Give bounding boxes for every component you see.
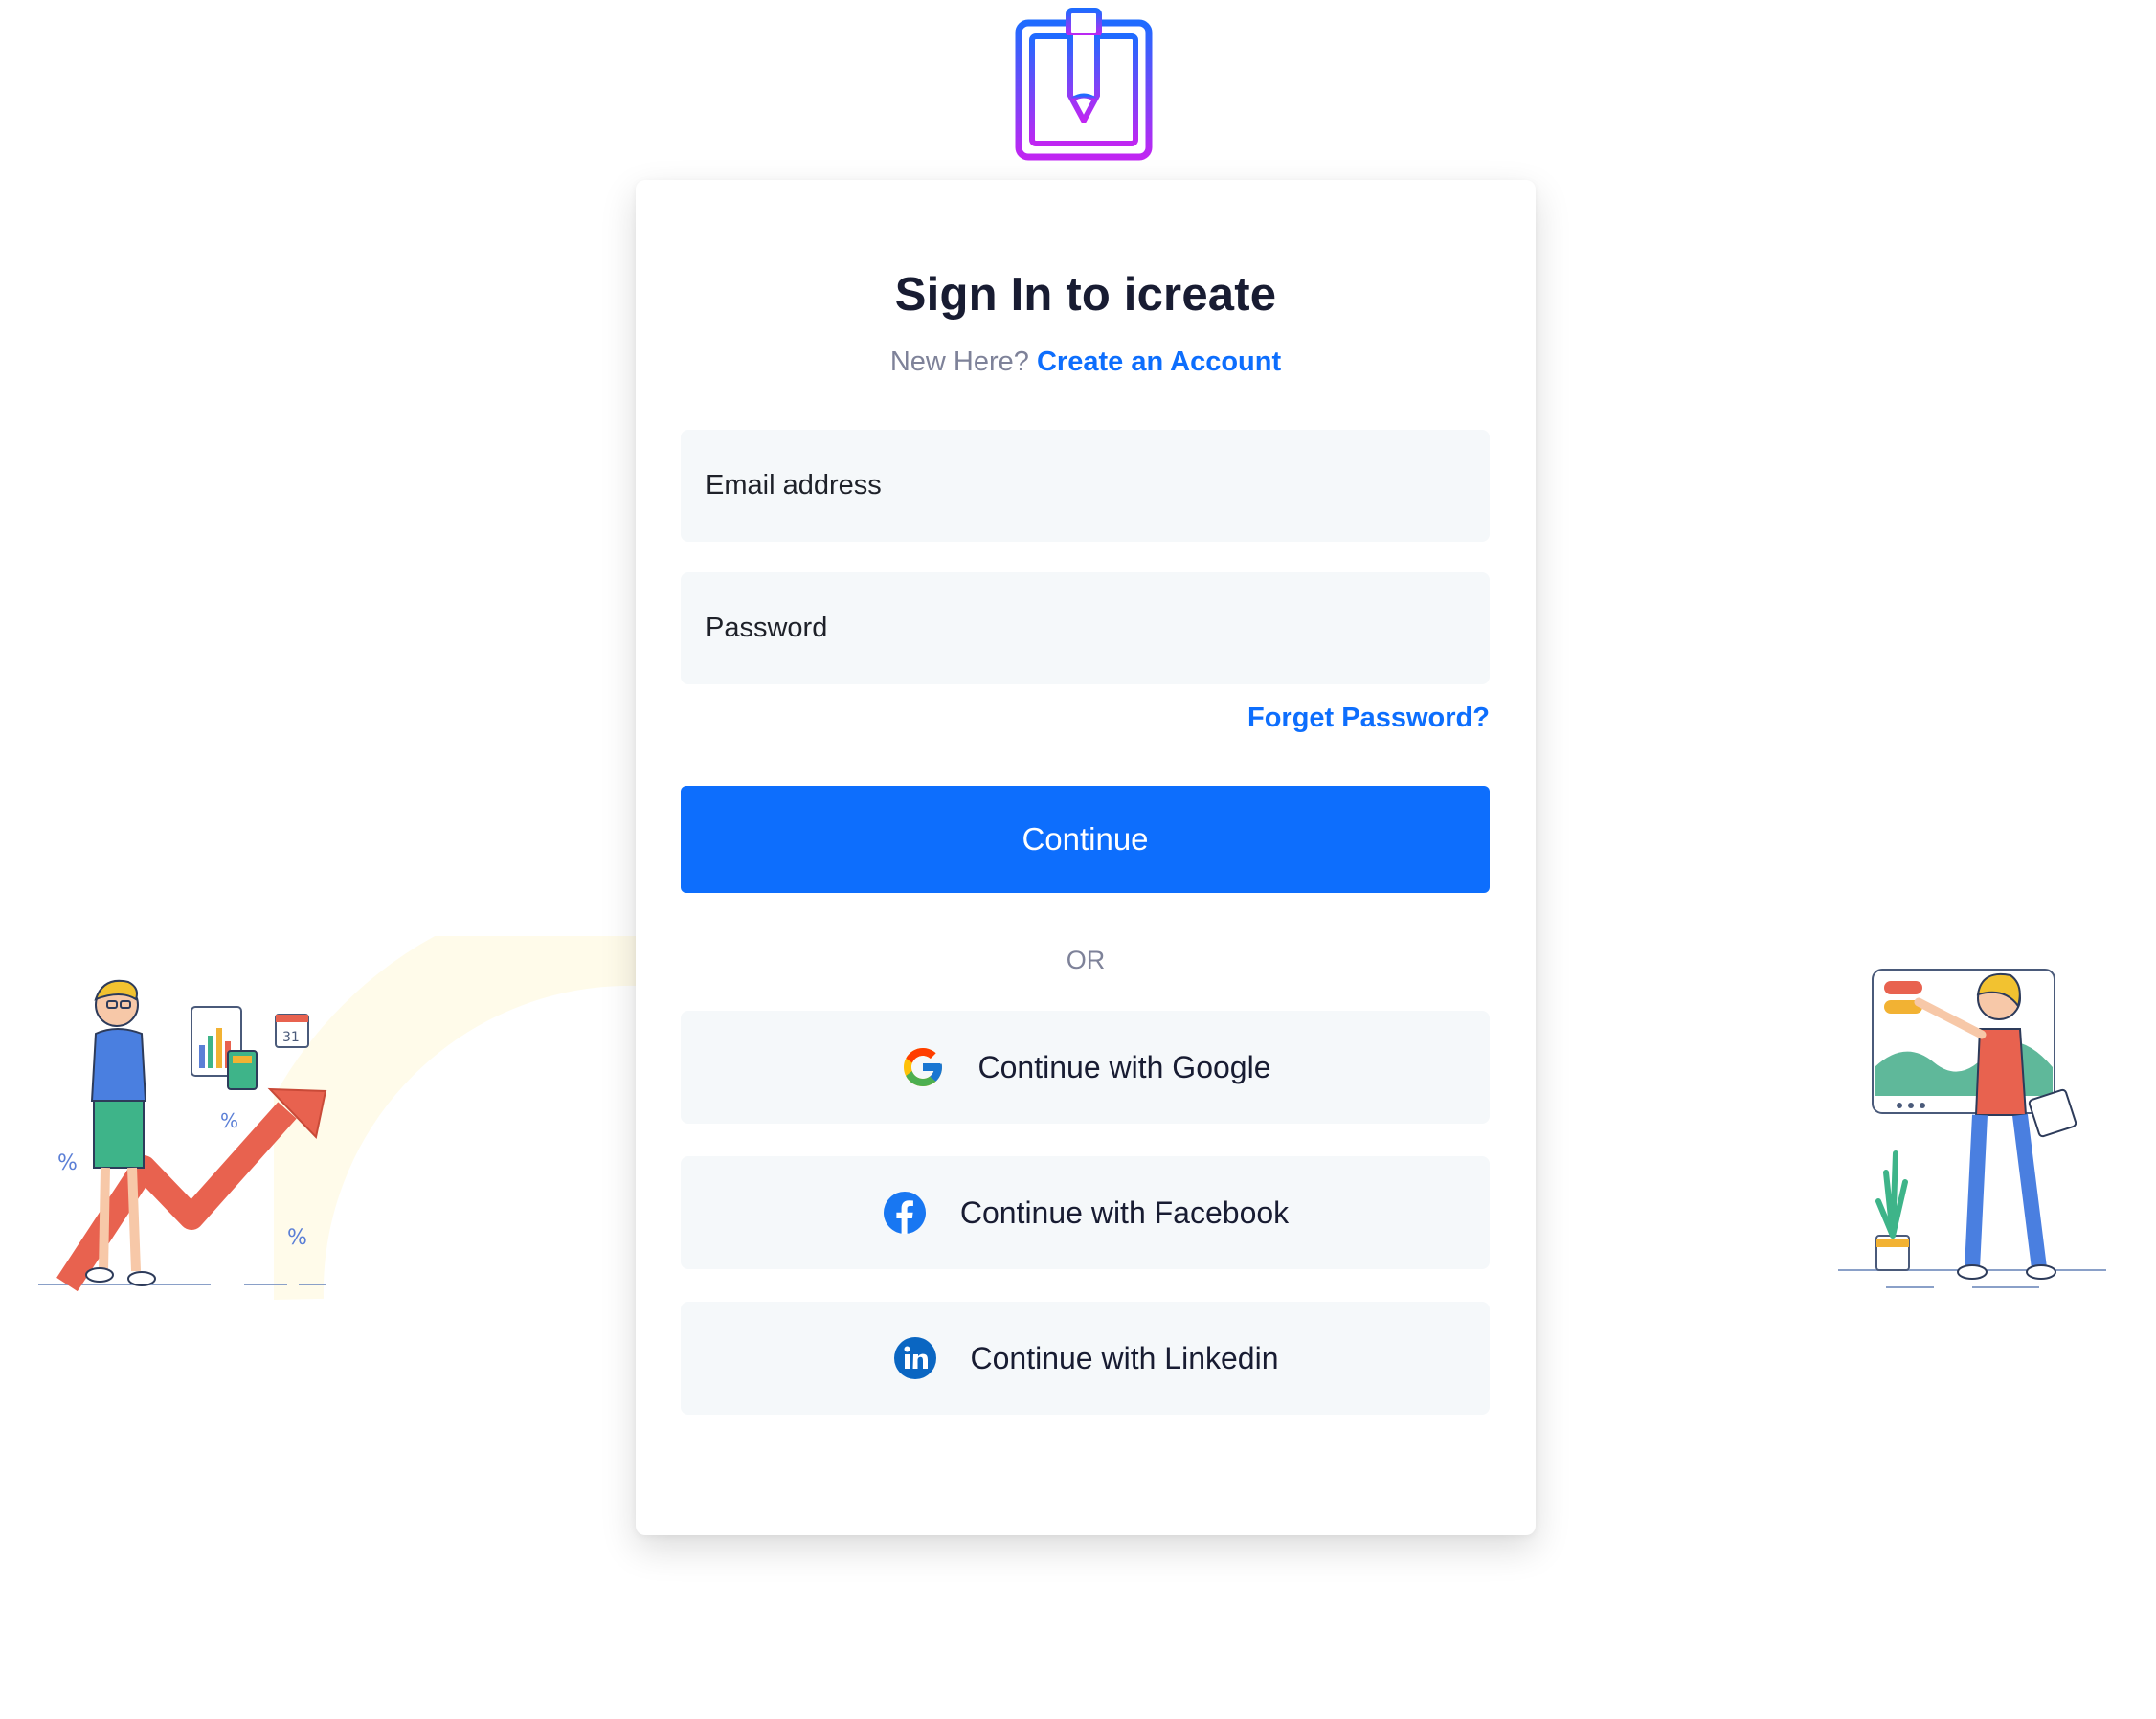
password-field[interactable] bbox=[681, 572, 1490, 684]
forgot-password-link[interactable]: Forget Password? bbox=[1247, 703, 1490, 734]
continue-button-label: Continue bbox=[1022, 821, 1149, 857]
svg-text:31: 31 bbox=[282, 1030, 300, 1045]
signin-card: Sign In to icreate New Here? Create an A… bbox=[636, 180, 1536, 1535]
signup-prompt: New Here? Create an Account bbox=[636, 346, 1536, 378]
signup-prompt-text: New Here? bbox=[889, 346, 1029, 377]
google-icon bbox=[903, 1048, 942, 1086]
google-signin-button[interactable]: Continue with Google bbox=[681, 1011, 1490, 1124]
growth-chart-illustration: % % % 31 bbox=[38, 979, 327, 1292]
create-account-link[interactable]: Create an Account bbox=[1037, 346, 1281, 377]
signin-page: % % % 31 Sign In to icreate New Here? Cr… bbox=[0, 0, 2156, 1719]
pencil-tablet-logo-icon bbox=[1015, 8, 1153, 161]
continue-button[interactable]: Continue bbox=[681, 786, 1490, 893]
linkedin-icon bbox=[893, 1337, 936, 1379]
facebook-icon bbox=[883, 1192, 926, 1234]
linkedin-signin-button[interactable]: Continue with Linkedin bbox=[681, 1302, 1490, 1415]
facebook-signin-button[interactable]: Continue with Facebook bbox=[681, 1156, 1490, 1269]
or-separator: OR bbox=[1066, 946, 1106, 974]
presentation-board-illustration bbox=[1838, 969, 2106, 1288]
google-signin-label: Continue with Google bbox=[977, 1049, 1271, 1084]
linkedin-signin-label: Continue with Linkedin bbox=[970, 1340, 1279, 1375]
facebook-signin-label: Continue with Facebook bbox=[959, 1194, 1290, 1230]
page-title: Sign In to icreate bbox=[894, 269, 1277, 321]
svg-text:%: % bbox=[220, 1109, 238, 1132]
svg-text:%: % bbox=[287, 1226, 307, 1250]
email-field[interactable] bbox=[681, 430, 1490, 542]
svg-text:%: % bbox=[57, 1151, 78, 1175]
